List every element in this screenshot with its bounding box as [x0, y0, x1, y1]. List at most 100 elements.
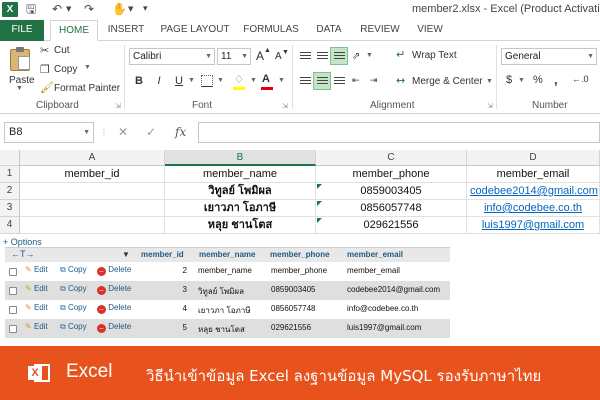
cell-b4[interactable]: หลุย ชานโตส	[165, 217, 316, 234]
fill-color-dropdown-icon[interactable]: ▼	[250, 77, 257, 84]
align-bottom-button[interactable]	[330, 47, 348, 65]
merge-dropdown-icon[interactable]: ▼	[486, 78, 493, 85]
clipboard-launcher-icon[interactable]: ⇲	[115, 102, 121, 110]
fill-color-icon[interactable]: ♢	[234, 73, 244, 87]
copy-row-link[interactable]: ⧉ Copy	[60, 265, 87, 275]
row-header-4[interactable]: 4	[0, 217, 20, 234]
cancel-entry-button[interactable]: ✕	[118, 125, 128, 139]
enter-entry-button[interactable]: ✓	[146, 125, 156, 139]
row-header-1[interactable]: 1	[0, 166, 20, 183]
insert-function-button[interactable]: fx	[175, 125, 186, 139]
increase-indent-icon[interactable]: ⇥	[370, 74, 378, 88]
borders-icon[interactable]	[201, 75, 213, 87]
number-as-text-indicator[interactable]	[317, 218, 322, 223]
copy-dropdown-icon[interactable]: ▼	[84, 64, 91, 71]
shrink-font-button[interactable]: A	[275, 51, 282, 62]
align-right-button[interactable]	[330, 72, 348, 90]
align-left-button[interactable]	[296, 72, 314, 90]
column-member-phone[interactable]: member_phone	[270, 250, 330, 259]
font-name-select[interactable]: Calibri ▼	[129, 48, 215, 65]
name-box[interactable]: B8 ▼	[4, 122, 94, 143]
edit-row-link[interactable]: ✎ Edit	[25, 265, 48, 274]
delete-row-link[interactable]: – Delete	[97, 265, 131, 276]
orientation-icon[interactable]: ⇗	[352, 50, 360, 64]
cell-c3[interactable]: 0856057748	[316, 200, 467, 217]
save-icon[interactable]: 🖫	[26, 2, 36, 17]
quick-access-dropdown-icon[interactable]: ▼	[128, 2, 133, 17]
align-center-button[interactable]	[313, 72, 331, 90]
cell-d2[interactable]: codebee2014@gmail.com	[467, 183, 600, 200]
tab-formulas[interactable]: FORMULAS	[240, 20, 302, 41]
edit-row-link[interactable]: ✎ Edit	[25, 303, 48, 312]
cell-d3[interactable]: info@codebee.co.th	[467, 200, 600, 217]
increase-decimal-icon[interactable]: ←.0	[572, 74, 589, 84]
font-launcher-icon[interactable]: ⇲	[282, 102, 288, 110]
copy-row-link[interactable]: ⧉ Copy	[60, 284, 87, 294]
format-painter-button[interactable]: Format Painter	[54, 83, 120, 94]
font-size-select[interactable]: 11 ▼	[217, 48, 251, 65]
options-link[interactable]: + Options	[3, 237, 42, 247]
row-checkbox[interactable]	[9, 268, 17, 276]
number-as-text-indicator[interactable]	[317, 184, 322, 189]
percent-button[interactable]: %	[533, 74, 543, 86]
column-member-name[interactable]: member_name	[199, 250, 255, 259]
cell-a3[interactable]	[20, 200, 165, 217]
tab-page-layout[interactable]: PAGE LAYOUT	[156, 20, 234, 41]
cell-d4[interactable]: luis1997@gmail.com	[467, 217, 600, 234]
cell-c4[interactable]: 029621556	[316, 217, 467, 234]
delete-row-link[interactable]: – Delete	[97, 303, 131, 314]
cell-c2[interactable]: 0859003405	[316, 183, 467, 200]
column-member-email[interactable]: member_email	[347, 250, 403, 259]
alignment-launcher-icon[interactable]: ⇲	[487, 102, 493, 110]
cell-b1[interactable]: member_name	[165, 166, 316, 183]
delete-row-link[interactable]: – Delete	[97, 284, 131, 295]
cell-c1[interactable]: member_phone	[316, 166, 467, 183]
column-resize-arrows-icon[interactable]: ←T→	[11, 249, 35, 259]
align-top-button[interactable]	[296, 47, 314, 65]
wrap-text-button[interactable]: Wrap Text	[412, 50, 457, 61]
row-checkbox[interactable]	[9, 306, 17, 314]
row-header-2[interactable]: 2	[0, 183, 20, 200]
row-header-3[interactable]: 3	[0, 200, 20, 217]
copy-button[interactable]: Copy	[54, 64, 77, 75]
number-format-select[interactable]: General ▼	[501, 48, 597, 65]
cut-button[interactable]: Cut	[54, 45, 70, 56]
orientation-dropdown-icon[interactable]: ▼	[366, 52, 373, 59]
row-checkbox[interactable]	[9, 325, 17, 333]
column-member-id[interactable]: member_id	[141, 250, 184, 259]
cell-a4[interactable]	[20, 217, 165, 234]
comma-style-button[interactable]: ,	[554, 72, 558, 87]
cell-b3[interactable]: เยาวภา โอภาษี	[165, 200, 316, 217]
column-header-a[interactable]: A	[20, 150, 165, 166]
underline-button[interactable]: U	[170, 72, 188, 90]
merge-center-button[interactable]: Merge & Center	[412, 76, 483, 87]
copy-row-link[interactable]: ⧉ Copy	[60, 322, 87, 332]
customize-qat-icon[interactable]: ▾	[143, 2, 148, 17]
tab-insert[interactable]: INSERT	[103, 20, 149, 41]
column-header-c[interactable]: C	[316, 150, 467, 166]
undo-dropdown-icon[interactable]: ▼	[66, 2, 71, 17]
delete-row-link[interactable]: – Delete	[97, 322, 131, 333]
tab-data[interactable]: DATA	[309, 20, 349, 41]
decrease-indent-icon[interactable]: ⇤	[352, 74, 360, 88]
tab-view[interactable]: VIEW	[410, 20, 450, 41]
cell-b2[interactable]: วิทูลย์ โพมิผล	[165, 183, 316, 200]
excel-logo-icon[interactable]: X	[2, 2, 18, 17]
underline-dropdown-icon[interactable]: ▼	[188, 77, 195, 84]
paste-dropdown-icon[interactable]: ▼	[16, 85, 23, 92]
copy-row-link[interactable]: ⧉ Copy	[60, 303, 87, 313]
row-checkbox[interactable]	[9, 287, 17, 295]
tab-home[interactable]: HOME	[50, 20, 98, 41]
cell-d1[interactable]: member_email	[467, 166, 600, 183]
tab-file[interactable]: FILE	[0, 20, 44, 41]
tab-review[interactable]: REVIEW	[356, 20, 404, 41]
align-middle-button[interactable]	[313, 47, 331, 65]
touch-mode-icon[interactable]: ✋	[112, 2, 127, 17]
italic-button[interactable]: I	[150, 72, 168, 90]
cell-a1[interactable]: member_id	[20, 166, 165, 183]
undo-icon[interactable]: ↶	[52, 2, 62, 17]
number-as-text-indicator[interactable]	[317, 201, 322, 206]
paste-button[interactable]: Paste ▼	[6, 45, 35, 93]
column-header-b[interactable]: B	[165, 150, 316, 166]
borders-dropdown-icon[interactable]: ▼	[217, 77, 224, 84]
